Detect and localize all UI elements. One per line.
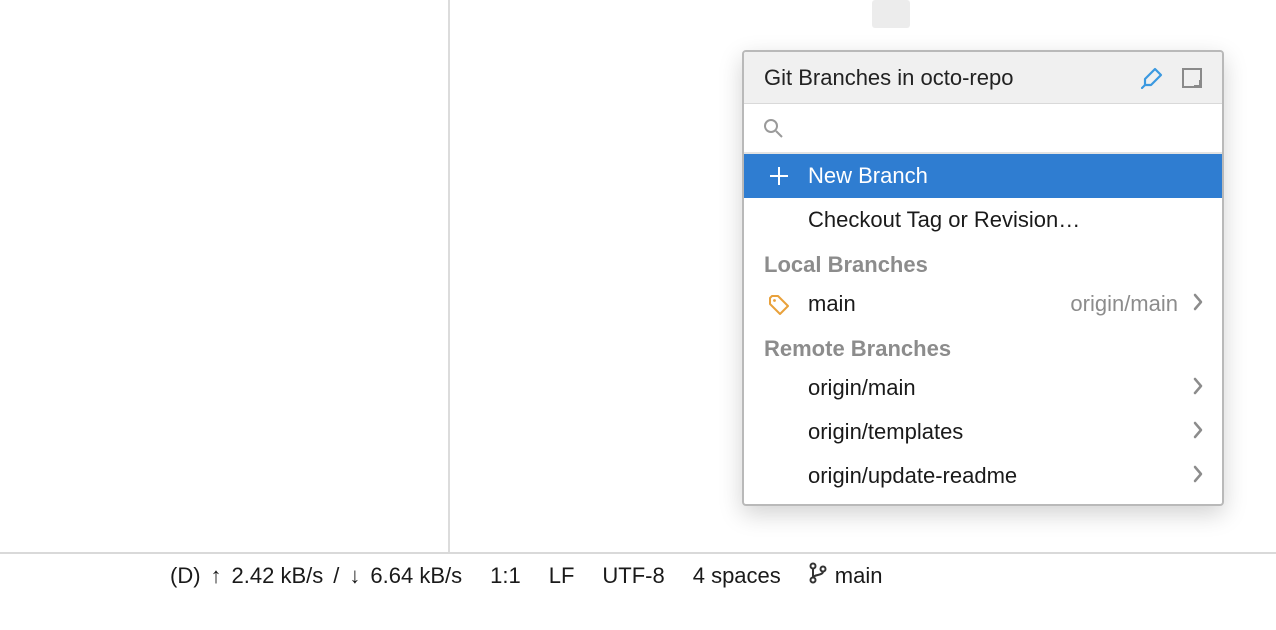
- chevron-right-icon: [1192, 375, 1204, 401]
- arrow-down-icon: [349, 563, 360, 589]
- remote-branches-header: Remote Branches: [744, 326, 1222, 366]
- net-prefix: (D): [170, 563, 201, 589]
- pin-icon[interactable]: [1138, 64, 1166, 92]
- remote-branch-name: origin/templates: [808, 419, 963, 445]
- popup-search[interactable]: [744, 104, 1222, 154]
- new-branch-item[interactable]: New Branch: [744, 154, 1222, 198]
- new-branch-label: New Branch: [808, 163, 928, 189]
- upload-speed: 2.42 kB/s: [232, 563, 324, 589]
- search-icon: [762, 117, 784, 139]
- local-branch-item[interactable]: main origin/main: [744, 282, 1222, 326]
- popup-header: Git Branches in octo-repo: [744, 52, 1222, 104]
- status-bar: (D) 2.42 kB/s / 6.64 kB/s 1:1 LF UTF-8 4…: [0, 552, 1276, 598]
- git-branch-widget[interactable]: main: [809, 562, 883, 590]
- checkout-tag-label: Checkout Tag or Revision…: [808, 207, 1080, 233]
- chevron-right-icon: [1192, 463, 1204, 489]
- arrow-up-icon: [211, 563, 222, 589]
- remote-branch-item[interactable]: origin/templates: [744, 410, 1222, 454]
- encoding[interactable]: UTF-8: [602, 563, 664, 589]
- branch-icon: [809, 562, 827, 590]
- scrollbar-thumb[interactable]: [872, 0, 910, 28]
- local-branch-name: main: [808, 291, 856, 317]
- git-branches-popup: Git Branches in octo-repo New Branch Che…: [742, 50, 1224, 506]
- plus-icon: [764, 167, 794, 185]
- resize-icon[interactable]: [1178, 64, 1206, 92]
- remote-branch-name: origin/main: [808, 375, 916, 401]
- remote-branch-item[interactable]: origin/update-readme: [744, 454, 1222, 498]
- chevron-right-icon: [1192, 291, 1204, 317]
- checkout-tag-item[interactable]: Checkout Tag or Revision…: [744, 198, 1222, 242]
- tracking-branch: origin/main: [1070, 291, 1178, 317]
- remote-branch-item[interactable]: origin/main: [744, 366, 1222, 410]
- line-ending[interactable]: LF: [549, 563, 575, 589]
- tag-icon: [764, 293, 794, 315]
- local-branches-header: Local Branches: [744, 242, 1222, 282]
- current-branch-name: main: [835, 563, 883, 589]
- indent[interactable]: 4 spaces: [693, 563, 781, 589]
- network-speed[interactable]: (D) 2.42 kB/s / 6.64 kB/s: [170, 563, 462, 589]
- chevron-right-icon: [1192, 419, 1204, 445]
- editor-splitter[interactable]: [448, 0, 450, 552]
- remote-branch-name: origin/update-readme: [808, 463, 1017, 489]
- caret-position[interactable]: 1:1: [490, 563, 521, 589]
- download-speed: 6.64 kB/s: [370, 563, 462, 589]
- popup-title: Git Branches in octo-repo: [764, 65, 1126, 91]
